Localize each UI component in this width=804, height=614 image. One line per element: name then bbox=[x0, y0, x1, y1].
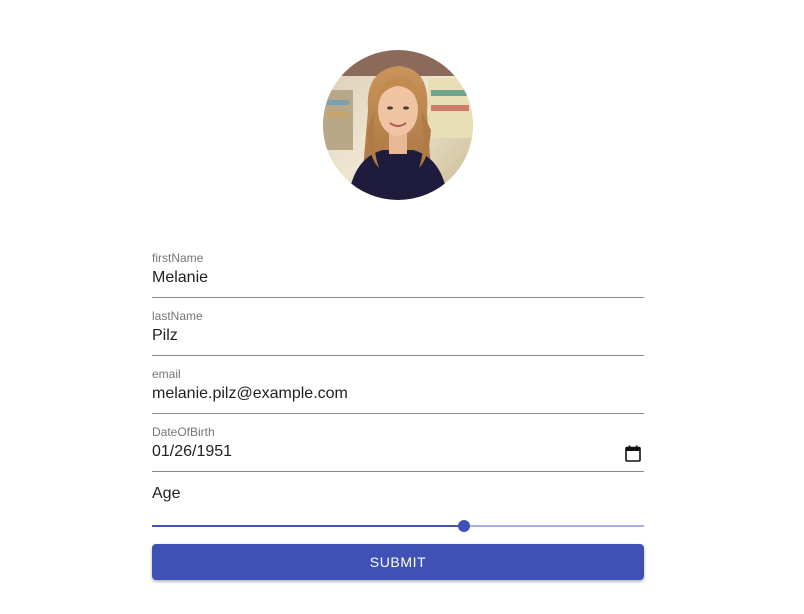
email-underline bbox=[152, 413, 644, 414]
age-slider[interactable] bbox=[152, 516, 644, 536]
first-name-label: firstName bbox=[152, 251, 204, 265]
email-field[interactable]: email bbox=[152, 367, 644, 414]
last-name-field[interactable]: lastName bbox=[152, 309, 644, 356]
last-name-label: lastName bbox=[152, 309, 203, 323]
avatar bbox=[323, 50, 473, 200]
age-slider-thumb[interactable] bbox=[457, 520, 470, 532]
date-of-birth-field[interactable]: DateOfBirth bbox=[152, 425, 644, 472]
avatar-photo bbox=[323, 50, 473, 200]
submit-button[interactable]: Submit bbox=[152, 544, 644, 580]
date-of-birth-input[interactable] bbox=[152, 441, 612, 463]
last-name-underline bbox=[152, 355, 644, 356]
calendar-icon[interactable] bbox=[625, 445, 641, 462]
first-name-underline bbox=[152, 297, 644, 298]
first-name-field[interactable]: firstName bbox=[152, 251, 644, 298]
date-of-birth-underline bbox=[152, 471, 644, 472]
last-name-input[interactable] bbox=[152, 325, 644, 347]
date-of-birth-label: DateOfBirth bbox=[152, 425, 215, 439]
age-slider-track[interactable] bbox=[152, 525, 464, 527]
first-name-input[interactable] bbox=[152, 267, 644, 289]
email-input[interactable] bbox=[152, 383, 644, 405]
email-label: email bbox=[152, 367, 181, 381]
age-label: Age bbox=[152, 485, 181, 502]
